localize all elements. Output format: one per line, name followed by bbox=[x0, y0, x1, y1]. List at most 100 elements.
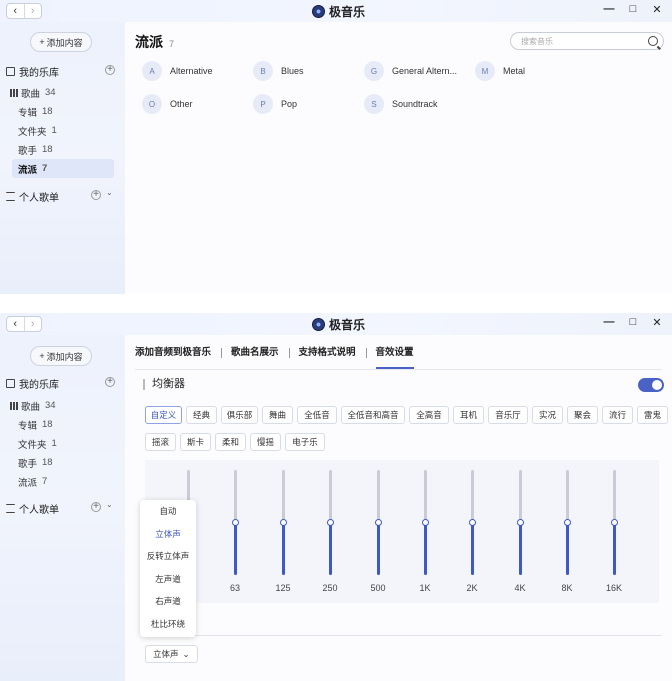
chevron-down-icon[interactable]: ⌄ bbox=[106, 188, 113, 197]
preset-custom[interactable]: 自定义 bbox=[145, 406, 182, 424]
genre-item[interactable]: M Metal bbox=[475, 61, 525, 81]
close-icon[interactable]: ✕ bbox=[650, 3, 664, 16]
preset-slow-rock[interactable]: 慢摇 bbox=[250, 433, 281, 451]
sidebar-item-genres[interactable]: 流派 7 bbox=[12, 472, 114, 491]
tab-sound-effects[interactable]: 音效设置 bbox=[365, 345, 424, 369]
playlists-section[interactable]: 个人歌单 bbox=[6, 501, 59, 516]
preset-concert-hall[interactable]: 音乐厅 bbox=[488, 406, 528, 424]
eq-slider[interactable] bbox=[564, 470, 571, 575]
channel-option-dolby[interactable]: 杜比环绕 bbox=[140, 613, 196, 636]
playlists-section[interactable]: 个人歌单 bbox=[6, 189, 59, 204]
library-section[interactable]: 我的乐库 bbox=[6, 64, 59, 79]
eq-slider[interactable] bbox=[517, 470, 524, 575]
preset-ska[interactable]: 斯卡 bbox=[180, 433, 211, 451]
sidebar-item-genres[interactable]: 流派 7 bbox=[12, 159, 114, 178]
back-icon[interactable]: ‹ bbox=[7, 317, 24, 331]
add-library-icon[interactable]: + bbox=[105, 377, 115, 387]
preset-headphones[interactable]: 耳机 bbox=[453, 406, 484, 424]
genre-name: Pop bbox=[281, 99, 298, 109]
sidebar-item-label: 专辑 bbox=[18, 107, 38, 119]
eq-slider-knob[interactable] bbox=[327, 518, 334, 526]
channel-option-reverse-stereo[interactable]: 反转立体声 bbox=[140, 545, 196, 568]
forward-icon[interactable]: › bbox=[23, 4, 42, 18]
app-title: 极音乐 bbox=[312, 3, 365, 19]
maximize-icon[interactable]: □ bbox=[626, 3, 640, 16]
eq-slider[interactable] bbox=[232, 470, 239, 575]
eq-slider-knob[interactable] bbox=[564, 518, 571, 526]
equalizer-toggle[interactable] bbox=[638, 378, 664, 392]
genre-item[interactable]: G General Altern... bbox=[364, 61, 457, 81]
add-playlist-icon[interactable]: + bbox=[91, 190, 101, 200]
sidebar-item-artists[interactable]: 歌手 18 bbox=[12, 140, 114, 159]
minimize-icon[interactable]: — bbox=[602, 316, 616, 329]
add-content-button[interactable]: + 添加内容 bbox=[30, 32, 92, 52]
sidebar-item-label: 歌曲 bbox=[21, 401, 41, 413]
sidebar-item-albums[interactable]: 专辑 18 bbox=[12, 102, 114, 121]
preset-bass-treble[interactable]: 全低音和高音 bbox=[341, 406, 405, 424]
tab-add-audio[interactable]: 添加音频到极音乐 bbox=[135, 345, 221, 369]
sidebar-item-albums[interactable]: 专辑 18 bbox=[12, 415, 114, 434]
eq-slider[interactable] bbox=[469, 470, 476, 575]
eq-slider[interactable] bbox=[327, 470, 334, 575]
preset-club[interactable]: 俱乐部 bbox=[221, 406, 258, 424]
chevron-down-icon[interactable]: ⌄ bbox=[106, 500, 113, 509]
eq-slider-knob[interactable] bbox=[375, 518, 382, 526]
eq-slider-knob[interactable] bbox=[280, 518, 287, 526]
tab-song-name-display[interactable]: 歌曲名展示 bbox=[221, 345, 289, 369]
preset-dance[interactable]: 舞曲 bbox=[262, 406, 293, 424]
channel-select[interactable]: 立体声 ⌄ bbox=[145, 645, 198, 663]
tab-supported-formats[interactable]: 支持格式说明 bbox=[288, 345, 366, 369]
preset-classic[interactable]: 经典 bbox=[186, 406, 217, 424]
eq-slider[interactable] bbox=[280, 470, 287, 575]
minimize-icon[interactable]: — bbox=[602, 3, 616, 16]
sidebar-item-folders[interactable]: 文件夹 1 bbox=[12, 434, 114, 453]
search-input[interactable]: 搜索音乐 bbox=[510, 32, 664, 50]
preset-electronic[interactable]: 电子乐 bbox=[285, 433, 325, 451]
add-content-button[interactable]: + 添加内容 bbox=[30, 346, 92, 366]
genre-item[interactable]: P Pop bbox=[253, 94, 297, 114]
library-section[interactable]: 我的乐库 bbox=[6, 376, 59, 391]
back-icon[interactable]: ‹ bbox=[7, 4, 24, 18]
eq-slider-knob[interactable] bbox=[422, 518, 429, 526]
channel-option-stereo[interactable]: 立体声 bbox=[140, 523, 196, 546]
sidebar-item-songs[interactable]: 歌曲 34 bbox=[4, 396, 106, 415]
eq-slider-knob[interactable] bbox=[517, 518, 524, 526]
eq-slider-fill bbox=[282, 522, 285, 575]
preset-live[interactable]: 实况 bbox=[532, 406, 563, 424]
maximize-icon[interactable]: □ bbox=[626, 316, 640, 329]
window-controls: — □ ✕ bbox=[602, 316, 664, 329]
genre-item[interactable]: B Blues bbox=[253, 61, 304, 81]
preset-pop[interactable]: 流行 bbox=[602, 406, 633, 424]
add-playlist-icon[interactable]: + bbox=[91, 502, 101, 512]
search-icon[interactable] bbox=[648, 36, 658, 46]
eq-slider-knob[interactable] bbox=[232, 518, 239, 526]
add-content-label: 添加内容 bbox=[46, 351, 83, 362]
preset-party[interactable]: 聚会 bbox=[567, 406, 598, 424]
preset-full-treble[interactable]: 全高音 bbox=[409, 406, 449, 424]
preset-reggae[interactable]: 雷鬼 bbox=[637, 406, 668, 424]
forward-icon[interactable]: › bbox=[23, 317, 42, 331]
genre-item[interactable]: A Alternative bbox=[142, 61, 213, 81]
genre-item[interactable]: O Other bbox=[142, 94, 193, 114]
eq-slider[interactable] bbox=[375, 470, 382, 575]
add-library-icon[interactable]: + bbox=[105, 65, 115, 75]
settings-main: 添加音频到极音乐 歌曲名展示 支持格式说明 音效设置 均衡器 自定义 经典 俱乐… bbox=[125, 335, 672, 681]
eq-slider[interactable] bbox=[611, 470, 618, 575]
eq-slider-knob[interactable] bbox=[469, 518, 476, 526]
close-icon[interactable]: ✕ bbox=[650, 316, 664, 329]
sidebar-item-label: 歌曲 bbox=[21, 88, 41, 100]
genre-item[interactable]: S Soundtrack bbox=[364, 94, 438, 114]
playlists-title: 个人歌单 bbox=[19, 505, 59, 516]
preset-rock[interactable]: 摇滚 bbox=[145, 433, 176, 451]
channel-option-left[interactable]: 左声道 bbox=[140, 568, 196, 591]
sidebar-item-artists[interactable]: 歌手 18 bbox=[12, 453, 114, 472]
channel-option-auto[interactable]: 自动 bbox=[140, 500, 196, 523]
channel-option-right[interactable]: 右声道 bbox=[140, 590, 196, 613]
preset-full-bass[interactable]: 全低音 bbox=[297, 406, 337, 424]
preset-soft[interactable]: 柔和 bbox=[215, 433, 246, 451]
eq-slider-knob[interactable] bbox=[611, 518, 618, 526]
genre-avatar: G bbox=[364, 61, 384, 81]
sidebar-item-folders[interactable]: 文件夹 1 bbox=[12, 121, 114, 140]
sidebar-item-songs[interactable]: 歌曲 34 bbox=[4, 83, 106, 102]
eq-slider[interactable] bbox=[422, 470, 429, 575]
